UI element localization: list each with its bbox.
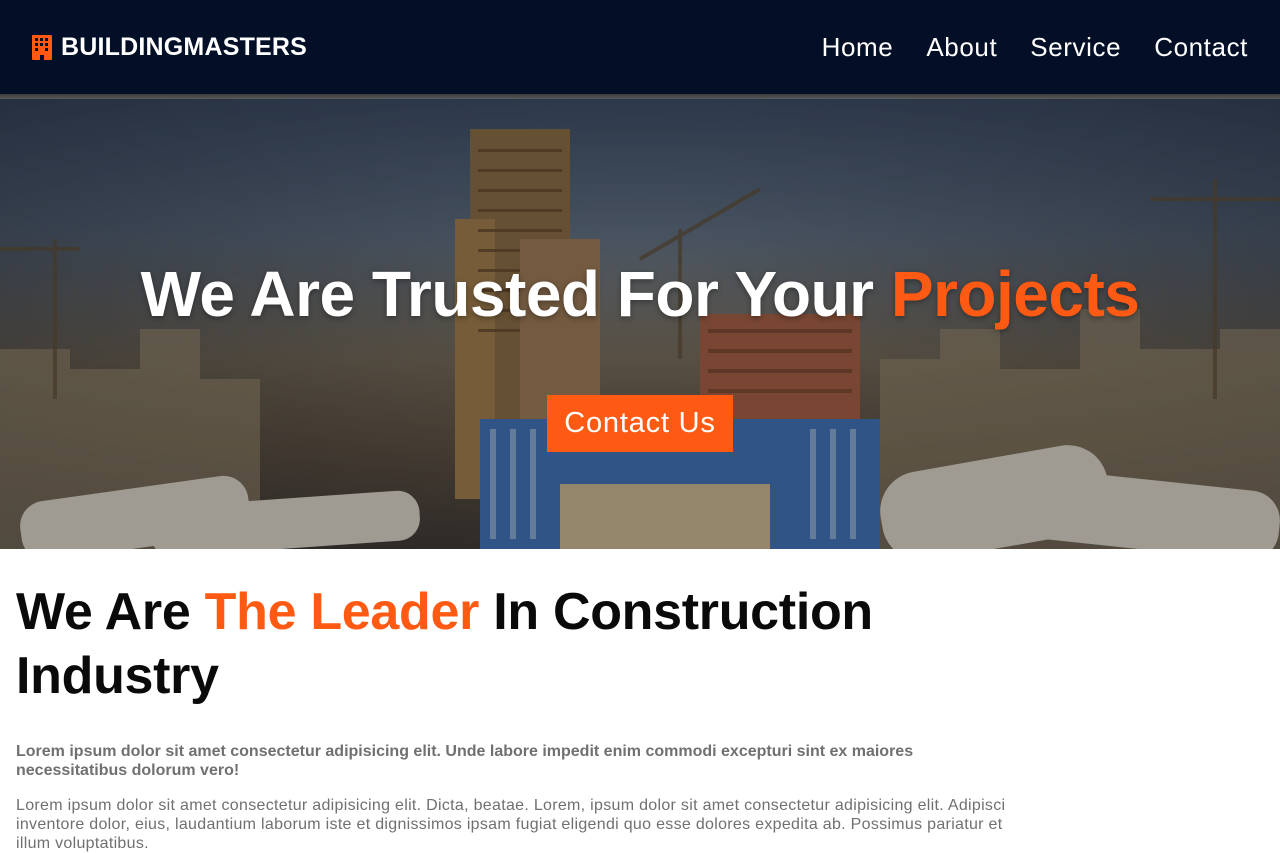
nav-link-service[interactable]: Service (1030, 32, 1121, 63)
nav-link-home[interactable]: Home (822, 32, 894, 63)
contact-us-button[interactable]: Contact Us (547, 395, 733, 452)
about-heading-accent: The Leader (204, 583, 480, 641)
hero-section: We Are Trusted For Your Projects Contact… (0, 99, 1280, 549)
hero-heading-main: We Are Trusted For Your (140, 258, 891, 330)
about-section: We Are The Leader In Construction Indust… (16, 580, 1016, 853)
about-body-paragraph: Lorem ipsum dolor sit amet consectetur a… (16, 797, 1006, 852)
nav-menu: Home About Service Contact (822, 32, 1248, 63)
brand-logo[interactable]: BUILDINGMASTERS (32, 33, 307, 62)
about-heading-prefix: We Are (16, 583, 205, 641)
navbar: BUILDINGMASTERS Home About Service Conta… (0, 0, 1280, 94)
hero-heading: We Are Trusted For Your Projects (0, 257, 1280, 331)
hero-heading-accent: Projects (890, 258, 1140, 330)
building-icon (32, 34, 52, 60)
nav-link-contact[interactable]: Contact (1154, 32, 1248, 63)
about-lead-paragraph: Lorem ipsum dolor sit amet consectetur a… (16, 743, 914, 779)
brand-name: BUILDINGMASTERS (61, 32, 308, 61)
nav-link-about[interactable]: About (926, 32, 997, 63)
about-heading: We Are The Leader In Construction Indust… (16, 580, 1016, 708)
